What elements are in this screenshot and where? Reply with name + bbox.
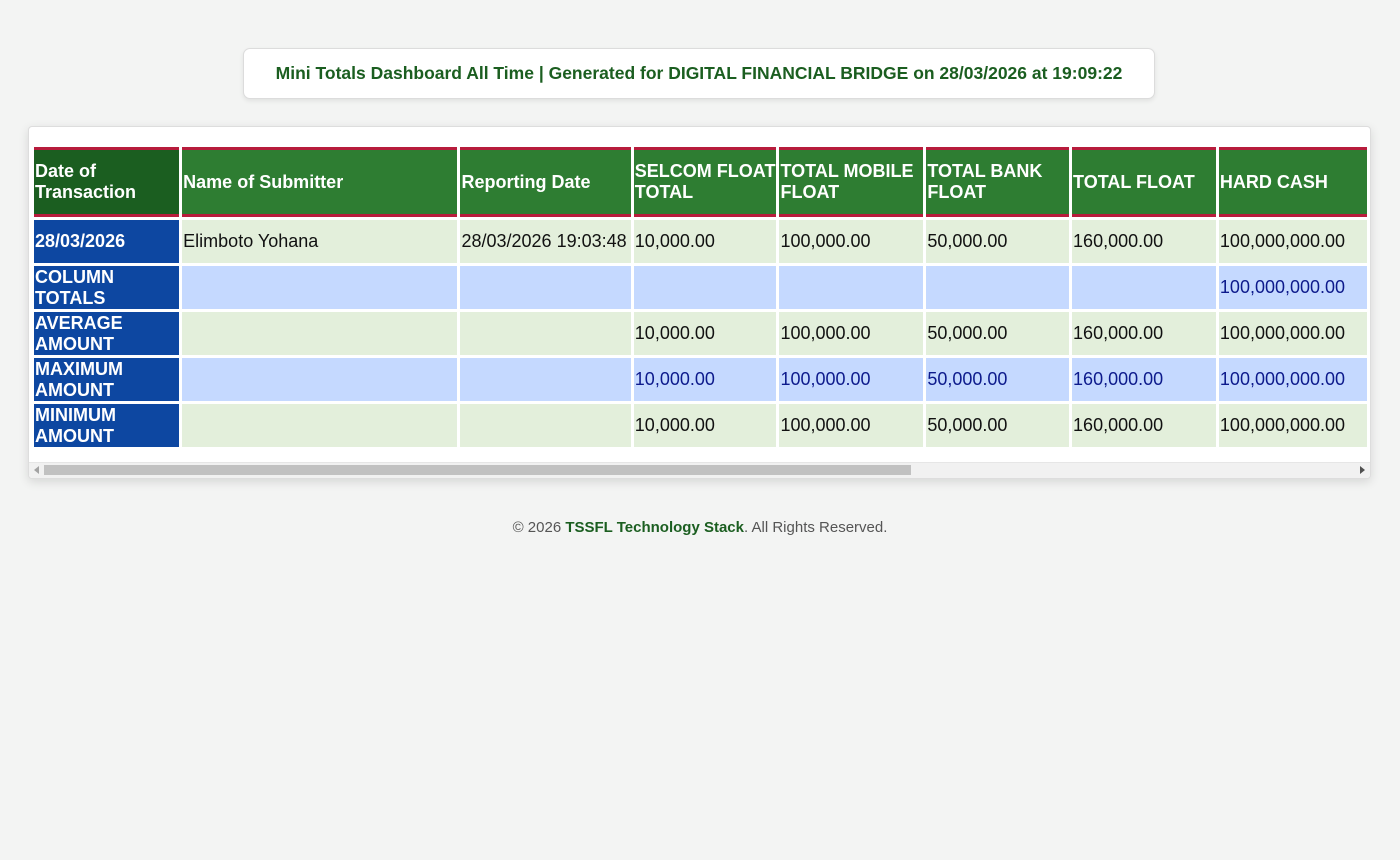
table-cell: 100,000.00: [779, 312, 924, 355]
totals-table-card: Date of Transaction Name of Submitter Re…: [28, 126, 1371, 479]
row-label: MAXIMUM AMOUNT: [34, 358, 180, 401]
column-header[interactable]: TOTAL BANK FLOAT: [926, 147, 1070, 217]
table-cell: Elimboto Yohana: [182, 220, 458, 263]
table-cell: 100,000,000.00: [1218, 404, 1367, 447]
column-header[interactable]: Date of Transaction: [34, 147, 180, 217]
table-cell: 160,000.00: [1072, 312, 1216, 355]
table-cell: 10,000.00: [633, 220, 777, 263]
table-cell: 10,000.00: [633, 358, 777, 401]
table-cell: [1072, 266, 1216, 309]
scroll-right-arrow-icon[interactable]: [1360, 466, 1365, 474]
table-cell: 100,000,000.00: [1218, 266, 1367, 309]
table-cell: 100,000.00: [779, 404, 924, 447]
dashboard-title-card: Mini Totals Dashboard All Time | Generat…: [243, 48, 1155, 99]
column-header[interactable]: Reporting Date: [460, 147, 631, 217]
table-cell: [460, 266, 631, 309]
column-header[interactable]: Name of Submitter: [182, 147, 458, 217]
scrollbar-thumb[interactable]: [44, 465, 911, 475]
table-cell: 50,000.00: [926, 312, 1070, 355]
table-cell: 28/03/2026 19:03:48: [460, 220, 631, 263]
table-cell: 160,000.00: [1072, 220, 1216, 263]
row-label: AVERAGE AMOUNT: [34, 312, 180, 355]
table-row-average: AVERAGE AMOUNT 10,000.00 100,000.00 50,0…: [34, 312, 1367, 355]
table-header-row: Date of Transaction Name of Submitter Re…: [34, 147, 1367, 217]
column-header[interactable]: TOTAL MOBILE FLOAT: [779, 147, 924, 217]
totals-table: Date of Transaction Name of Submitter Re…: [31, 144, 1370, 450]
table-cell: [779, 266, 924, 309]
footer-brand: TSSFL Technology Stack: [565, 519, 744, 536]
table-row-minimum: MINIMUM AMOUNT 10,000.00 100,000.00 50,0…: [34, 404, 1367, 447]
footer-copyright: © 2026: [512, 519, 566, 536]
table-cell: [926, 266, 1070, 309]
table-cell: 100,000,000.00: [1218, 312, 1367, 355]
table-cell: 100,000,000.00: [1218, 220, 1367, 263]
column-header[interactable]: TOTAL FLOAT: [1072, 147, 1216, 217]
table-row-maximum: MAXIMUM AMOUNT 10,000.00 100,000.00 50,0…: [34, 358, 1367, 401]
row-label: MINIMUM AMOUNT: [34, 404, 180, 447]
table-cell: [460, 358, 631, 401]
table-cell: [182, 266, 458, 309]
table-cell: 10,000.00: [633, 312, 777, 355]
table-cell: [182, 404, 458, 447]
dashboard-title: Mini Totals Dashboard All Time | Generat…: [275, 63, 1123, 83]
footer-rights: . All Rights Reserved.: [744, 519, 888, 536]
table-cell: 100,000.00: [779, 358, 924, 401]
table-cell: 100,000.00: [779, 220, 924, 263]
table-cell: 100,000,000.00: [1218, 358, 1367, 401]
table-row-column-totals: COLUMN TOTALS 100,000,000.00: [34, 266, 1367, 309]
table-cell: [182, 312, 458, 355]
row-label: COLUMN TOTALS: [34, 266, 180, 309]
table-cell: 10,000.00: [633, 404, 777, 447]
column-header[interactable]: SELCOM FLOAT TOTAL: [633, 147, 777, 217]
page-footer: © 2026 TSSFL Technology Stack. All Right…: [0, 519, 1400, 536]
column-header[interactable]: HARD CASH: [1218, 147, 1367, 217]
table-cell: 160,000.00: [1072, 404, 1216, 447]
table-cell: 50,000.00: [926, 404, 1070, 447]
table-scroll-area[interactable]: Date of Transaction Name of Submitter Re…: [31, 144, 1370, 464]
table-cell: 50,000.00: [926, 220, 1070, 263]
horizontal-scrollbar[interactable]: [29, 462, 1370, 478]
table-cell: [460, 404, 631, 447]
row-label: 28/03/2026: [34, 220, 180, 263]
table-cell: [182, 358, 458, 401]
scroll-left-arrow-icon[interactable]: [34, 466, 39, 474]
table-row: 28/03/2026 Elimboto Yohana 28/03/2026 19…: [34, 220, 1367, 263]
table-cell: [633, 266, 777, 309]
table-cell: 50,000.00: [926, 358, 1070, 401]
table-cell: [460, 312, 631, 355]
table-cell: 160,000.00: [1072, 358, 1216, 401]
